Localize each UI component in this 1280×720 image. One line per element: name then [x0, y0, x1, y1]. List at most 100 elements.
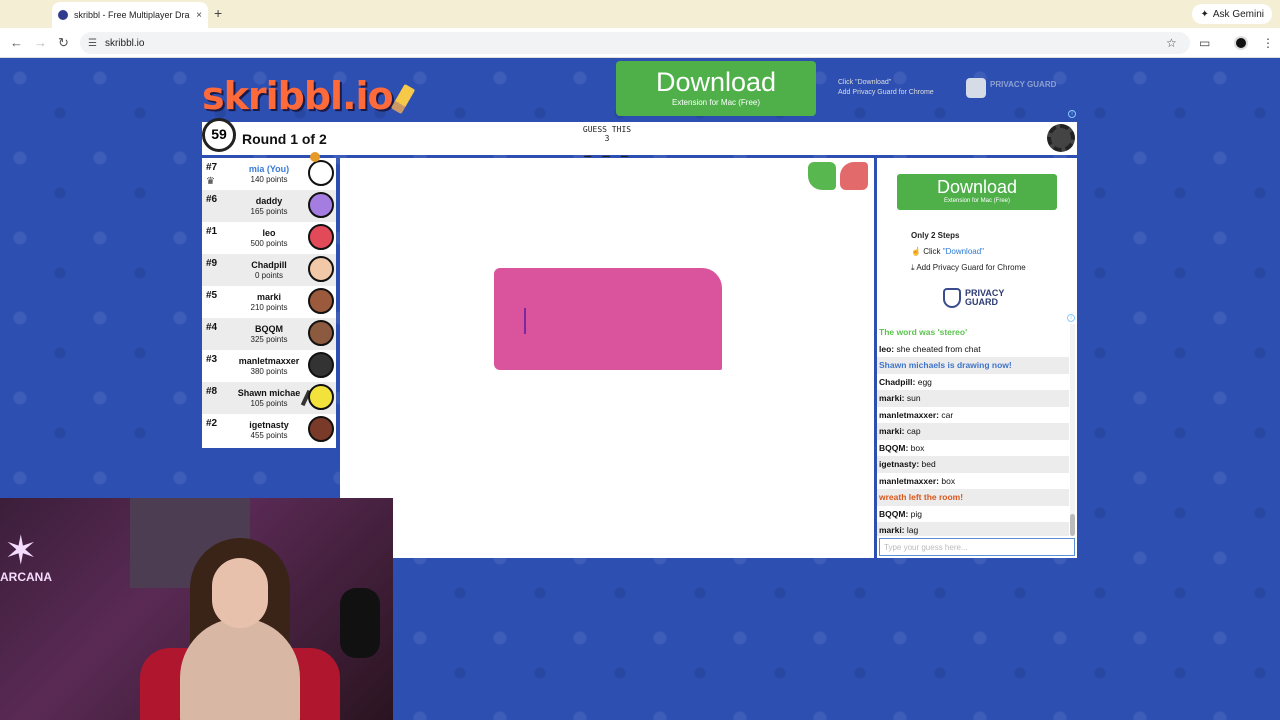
word-length: 3: [604, 134, 610, 143]
timer-value: 59: [211, 126, 227, 142]
site-settings-icon[interactable]: ☰: [88, 38, 97, 49]
bookmark-star-icon[interactable]: ☆: [1166, 36, 1177, 50]
player-name: leo: [262, 228, 276, 238]
gemini-sparkle-icon: ✦: [1200, 8, 1209, 20]
browser-tabbar: skribbl - Free Multiplayer Dra × + ✦ Ask…: [0, 0, 1280, 28]
player-avatar: [308, 160, 334, 186]
player-row[interactable]: #3 manletmaxxer 380 points: [202, 350, 336, 382]
profile-avatar[interactable]: [1234, 36, 1248, 50]
forward-arrow-icon[interactable]: →: [34, 35, 47, 50]
ad-download-button-top[interactable]: Download Extension for Mac (Free): [616, 61, 816, 116]
drawn-purple-stroke: [524, 308, 526, 334]
player-avatar: [308, 256, 334, 282]
address-bar[interactable]: ☰ skribbl.io: [80, 32, 1190, 54]
player-rank: #3: [206, 354, 218, 365]
player-name: marki: [256, 292, 282, 302]
chat-scrollbar[interactable]: [1070, 324, 1075, 536]
menu-kebab-icon[interactable]: ⋮: [1262, 36, 1274, 50]
microphone-icon: [340, 588, 380, 658]
ad-download-sub: Extension for Mac (Free): [671, 98, 761, 107]
ad-download-label: Download: [655, 67, 777, 97]
timer-clock-icon: 59: [202, 118, 236, 152]
tab-close-icon[interactable]: ×: [196, 10, 202, 21]
player-avatar: [308, 320, 334, 346]
ad-note-line1: Click "Download": [838, 79, 892, 86]
ask-gemini-button[interactable]: ✦ Ask Gemini: [1192, 4, 1272, 24]
player-row[interactable]: #4 BQQM 325 points: [202, 318, 336, 350]
player-list: #7 ♛ mia (You) 140 points #6 daddy 165 p…: [202, 152, 336, 448]
ask-gemini-label: Ask Gemini: [1212, 8, 1264, 20]
privacy-guard-logo: PRIVACY GUARD: [943, 288, 1004, 308]
game-header: 59 Round 1 of 2 GUESS THIS 3 _ _ _: [202, 118, 1077, 157]
ad-download-button-side[interactable]: Download Extension for Mac (Free): [897, 174, 1057, 210]
player-name: Chadpill: [251, 260, 287, 270]
chat-message: Shawn michaels is drawing now!: [877, 357, 1069, 374]
drawing-canvas[interactable]: [340, 158, 874, 558]
step1-link[interactable]: "Download": [943, 247, 984, 256]
player-rank: #7: [206, 162, 218, 173]
chat-message: marki: sun: [877, 390, 1069, 407]
player-rank: #4: [206, 322, 218, 333]
chat-message: BQQM: box: [879, 442, 925, 453]
player-points: 165 points: [250, 207, 288, 216]
neon-star-icon: ✶: [4, 529, 38, 573]
player-row[interactable]: #9 Chadpill 0 points: [202, 254, 336, 286]
chat-message: wreath left the room!: [877, 489, 1069, 506]
player-name: Shawn michae: [237, 388, 301, 398]
ad-note-line2: Add Privacy Guard for Chrome: [838, 89, 934, 96]
chat-message: Chadpill: egg: [879, 376, 932, 387]
guess-input[interactable]: [879, 538, 1075, 556]
ad-steps: Only 2 Steps ☝ Click "Download" ⤓ Add Pr…: [911, 228, 1026, 276]
step2-text: Add Privacy Guard for Chrome: [916, 263, 1026, 272]
new-tab-button[interactable]: +: [214, 5, 222, 21]
skribbl-favicon-icon: [58, 10, 68, 20]
chat-message: leo: she cheated from chat: [879, 343, 981, 354]
chat-scroll-thumb[interactable]: [1070, 514, 1075, 536]
player-rank: #8: [206, 386, 218, 397]
thumbs-up-icon[interactable]: [808, 162, 836, 190]
back-arrow-icon[interactable]: ←: [10, 35, 23, 50]
guess-this-label: GUESS THIS: [582, 125, 632, 134]
shield-icon: [943, 288, 961, 308]
player-avatar: [308, 384, 334, 410]
reload-icon[interactable]: ↻: [58, 35, 69, 51]
cast-icon[interactable]: ▭: [1199, 36, 1210, 50]
player-rank: #2: [206, 418, 218, 429]
thumbs-down-icon[interactable]: [840, 162, 868, 190]
brand-line2: GUARD: [965, 297, 998, 307]
player-points: 500 points: [250, 239, 288, 248]
player-name: BQQM: [255, 324, 283, 334]
logo-text: skribbl.io: [202, 74, 394, 118]
ad-info-icon[interactable]: i: [1068, 110, 1076, 118]
privacy-guard-logo-icon: [966, 78, 986, 98]
chat-message: marki: cap: [877, 423, 1069, 440]
round-indicator: Round 1 of 2: [242, 131, 327, 147]
ad-info-icon[interactable]: i: [1067, 314, 1075, 322]
ad-side-label: Download: [936, 177, 1018, 197]
player-points: 0 points: [254, 271, 284, 280]
player-row[interactable]: #8 Shawn michae 105 points: [202, 382, 336, 414]
browser-toolbar: ← → ↻ ☰ skribbl.io ☆ ▭ ⋮: [0, 28, 1280, 58]
player-name: mia (You): [248, 164, 290, 174]
player-points: 325 points: [250, 335, 288, 344]
player-name: igetnasty: [249, 420, 289, 430]
chat-message: igetnasty: bed: [877, 456, 1069, 473]
streamer-webcam: ✶ ARCANA: [0, 498, 393, 720]
player-row[interactable]: #5 marki 210 points: [202, 286, 336, 318]
player-avatar: [308, 288, 334, 314]
player-avatar: [308, 192, 334, 218]
player-points: 210 points: [250, 303, 288, 312]
player-name: manletmaxxer: [238, 356, 300, 366]
neon-sign-text: ARCANA: [0, 570, 52, 584]
word-hint: GUESS THIS 3 _ _ _: [562, 125, 652, 157]
chat-log: The word was 'stereo' leo: she cheated f…: [877, 324, 1069, 536]
player-row[interactable]: #6 daddy 165 points: [202, 190, 336, 222]
player-points: 140 points: [250, 175, 288, 184]
click-icon: ☝: [911, 247, 924, 256]
streamer-face: [212, 558, 268, 628]
player-row[interactable]: #7 ♛ mia (You) 140 points: [202, 152, 336, 190]
settings-gear-icon[interactable]: [1047, 124, 1075, 152]
player-row[interactable]: #2 igetnasty 455 points: [202, 414, 336, 446]
browser-tab[interactable]: skribbl - Free Multiplayer Dra ×: [52, 2, 208, 28]
player-row[interactable]: #1 leo 500 points: [202, 222, 336, 254]
